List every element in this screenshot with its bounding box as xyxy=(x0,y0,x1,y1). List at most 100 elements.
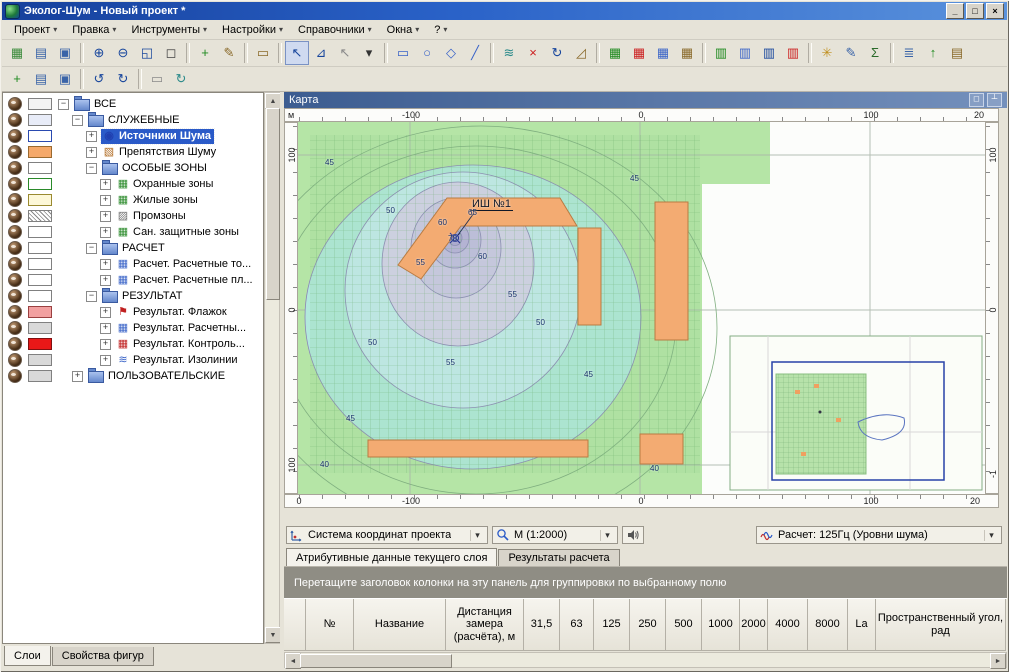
column-header[interactable]: 1000 xyxy=(702,599,740,651)
column-header[interactable]: 2000 xyxy=(740,599,768,651)
transform-icon[interactable]: ◿ xyxy=(569,41,593,65)
float-panel-icon[interactable]: ◻ xyxy=(969,93,984,107)
table-hscrollbar[interactable]: ◄ ► xyxy=(284,652,1007,668)
refresh-icon[interactable]: ↻ xyxy=(169,67,193,91)
coord-system-select[interactable]: Система координат проекта ▾ xyxy=(286,526,488,544)
layer-color-swatch[interactable] xyxy=(28,354,52,366)
zoom-extent-icon[interactable]: ◻ xyxy=(159,41,183,65)
layer-color-swatch[interactable] xyxy=(28,146,52,158)
grid-props-icon[interactable]: ▦ xyxy=(675,41,699,65)
tree-item[interactable]: +▧Препятствия Шуму xyxy=(3,144,263,160)
tree-item[interactable]: +≋Результат. Изолинии xyxy=(3,352,263,368)
export-icon[interactable]: ↑ xyxy=(921,41,945,65)
tree-expander[interactable]: − xyxy=(58,99,69,110)
menu-windows[interactable]: Окна▾ xyxy=(379,22,427,38)
save-sheet-icon[interactable]: ▣ xyxy=(53,67,77,91)
pointer-mode-dropdown[interactable]: ▾ xyxy=(357,41,381,65)
tree-expander[interactable]: + xyxy=(100,179,111,190)
palette-icon[interactable]: ✳ xyxy=(815,41,839,65)
tree-expander[interactable]: + xyxy=(86,131,97,142)
visibility-eye-icon[interactable] xyxy=(8,209,22,223)
menu-project[interactable]: Проект▾ xyxy=(6,22,64,38)
column-header[interactable]: 125 xyxy=(594,599,630,651)
grid-add-icon[interactable]: ▦ xyxy=(603,41,627,65)
menu-help[interactable]: ?▾ xyxy=(426,22,454,38)
layer-color-swatch[interactable] xyxy=(28,162,52,174)
tree-item[interactable]: +▦Расчет. Расчетные то... xyxy=(3,256,263,272)
save-icon[interactable]: ▣ xyxy=(53,41,77,65)
scrollbar-thumb[interactable] xyxy=(300,654,452,668)
visibility-eye-icon[interactable] xyxy=(8,225,22,239)
redo-icon[interactable]: ↻ xyxy=(111,67,135,91)
layer-color-swatch[interactable] xyxy=(28,194,52,206)
sound-toggle[interactable] xyxy=(622,526,644,544)
building-square[interactable] xyxy=(640,434,683,464)
tree-expander[interactable]: + xyxy=(100,339,111,350)
visibility-eye-icon[interactable] xyxy=(8,337,22,351)
visibility-eye-icon[interactable] xyxy=(8,353,22,367)
column-header[interactable]: 4000 xyxy=(768,599,808,651)
menu-settings[interactable]: Настройки▾ xyxy=(214,22,290,38)
visibility-eye-icon[interactable] xyxy=(8,113,22,127)
layer-color-swatch[interactable] xyxy=(28,322,52,334)
layer-color-swatch[interactable] xyxy=(28,274,52,286)
close-button[interactable]: × xyxy=(986,3,1004,19)
menu-tools[interactable]: Инструменты▾ xyxy=(123,22,214,38)
tree-expander[interactable]: + xyxy=(72,371,83,382)
zoom-window-icon[interactable]: ◱ xyxy=(135,41,159,65)
tree-expander[interactable]: + xyxy=(100,227,111,238)
new-object-icon[interactable]: ▦ xyxy=(5,41,29,65)
points-add-icon[interactable]: ▥ xyxy=(709,41,733,65)
tree-item[interactable]: +▦Жилые зоны xyxy=(3,192,263,208)
tree-expander[interactable]: + xyxy=(100,259,111,270)
scroll-up-icon[interactable]: ▲ xyxy=(265,93,281,109)
column-header[interactable]: 31,5 xyxy=(524,599,560,651)
tree-expander[interactable]: − xyxy=(72,115,83,126)
visibility-eye-icon[interactable] xyxy=(8,161,22,175)
building-bar-center[interactable] xyxy=(578,228,601,325)
scale-select[interactable]: М (1:2000) ▾ xyxy=(492,526,618,544)
visibility-eye-icon[interactable] xyxy=(8,273,22,287)
tree-expander[interactable]: − xyxy=(86,243,97,254)
layer-color-swatch[interactable] xyxy=(28,306,52,318)
add-figure-icon[interactable]: + xyxy=(193,41,217,65)
column-header[interactable]: La xyxy=(848,599,876,651)
pin-panel-icon[interactable]: ┴ xyxy=(987,93,1002,107)
layer-color-swatch[interactable] xyxy=(28,258,52,270)
tab-attributes-current-layer[interactable]: Атрибутивные данные текущего слоя xyxy=(286,548,497,566)
sheets-icon[interactable]: ▤ xyxy=(29,67,53,91)
tab-calculation-results[interactable]: Результаты расчета xyxy=(498,549,619,566)
column-header[interactable]: Дистанция замера (расчёта), м xyxy=(446,599,524,651)
tree-item[interactable]: +◉Источники Шума xyxy=(3,128,263,144)
scroll-down-icon[interactable]: ▼ xyxy=(265,627,281,643)
tree-expander[interactable]: + xyxy=(100,275,111,286)
tree-expander[interactable]: + xyxy=(100,211,111,222)
chart-icon[interactable]: ≣ xyxy=(897,41,921,65)
grouping-panel[interactable]: Перетащите заголовок колонки на эту пане… xyxy=(284,567,1007,598)
draw-rect-icon[interactable]: ▭ xyxy=(391,41,415,65)
tree-expander[interactable]: − xyxy=(86,291,97,302)
tree-item[interactable]: +▦Результат. Расчетны... xyxy=(3,320,263,336)
visibility-eye-icon[interactable] xyxy=(8,177,22,191)
layer-color-swatch[interactable] xyxy=(28,338,52,350)
zoom-in-icon[interactable]: ⊕ xyxy=(87,41,111,65)
column-header[interactable]: Пространственный угол, рад xyxy=(876,599,1006,651)
tree-item[interactable]: −РАСЧЕТ xyxy=(3,240,263,256)
delete-icon[interactable]: × xyxy=(521,41,545,65)
tree-item[interactable]: +▦Охранные зоны xyxy=(3,176,263,192)
layers-icon[interactable]: ▤ xyxy=(29,41,53,65)
title-bar[interactable]: Эколог-Шум - Новый проект * _ □ × xyxy=(2,2,1007,20)
layer-color-swatch[interactable] xyxy=(28,370,52,382)
tree-expander[interactable]: + xyxy=(86,147,97,158)
scroll-left-icon[interactable]: ◄ xyxy=(285,653,301,669)
visibility-eye-icon[interactable] xyxy=(8,305,22,319)
tree-item[interactable]: +ПОЛЬЗОВАТЕЛЬСКИЕ xyxy=(3,368,263,384)
tree-expander[interactable]: + xyxy=(100,323,111,334)
overview-minimap[interactable] xyxy=(730,336,982,490)
undo-icon[interactable]: ↺ xyxy=(87,67,111,91)
tree-item[interactable]: +▦Расчет. Расчетные пл... xyxy=(3,272,263,288)
visibility-eye-icon[interactable] xyxy=(8,257,22,271)
grid-remove-icon[interactable]: ▦ xyxy=(627,41,651,65)
result-select[interactable]: Расчет: 125Гц (Уровни шума) ▾ xyxy=(756,526,1002,544)
draw-line-icon[interactable]: ╱ xyxy=(463,41,487,65)
